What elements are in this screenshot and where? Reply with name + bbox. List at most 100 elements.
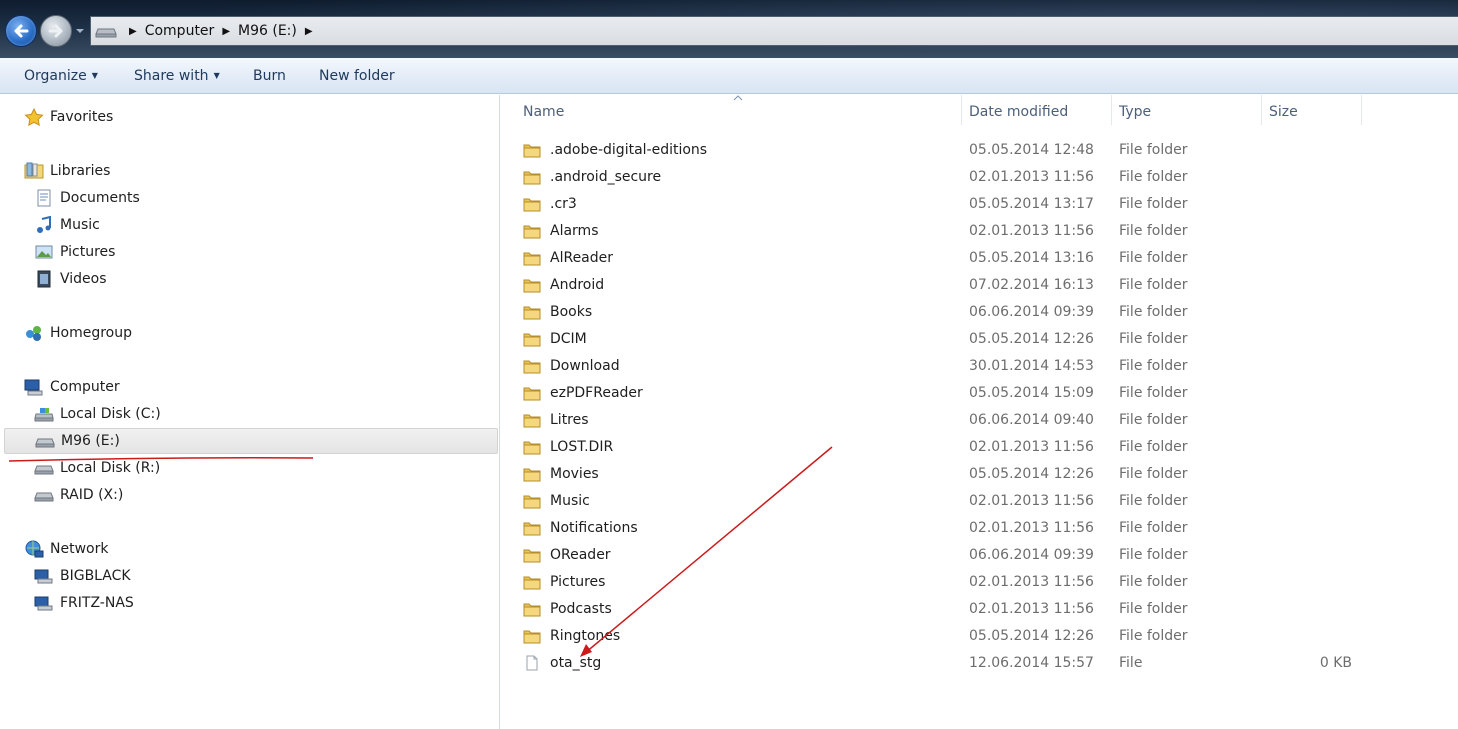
- file-name-cell: Music: [523, 487, 590, 514]
- file-row[interactable]: OReader 06.06.2014 09:39 File folder: [500, 541, 1458, 568]
- file-row[interactable]: Music 02.01.2013 11:56 File folder: [500, 487, 1458, 514]
- file-date: 12.06.2014 15:57: [969, 654, 1094, 671]
- breadcrumb-m96[interactable]: M96 (E:): [238, 23, 297, 39]
- nav-item-videos[interactable]: Videos: [34, 266, 107, 292]
- file-row[interactable]: Alarms 02.01.2013 11:56 File folder: [500, 217, 1458, 244]
- folder-icon: [523, 198, 541, 211]
- file-row[interactable]: .cr3 05.05.2014 13:17 File folder: [500, 190, 1458, 217]
- folder-icon: [523, 306, 541, 319]
- file-type: File folder: [1119, 573, 1188, 590]
- file-row[interactable]: DCIM 05.05.2014 12:26 File folder: [500, 325, 1458, 352]
- nav-item-documents[interactable]: Documents: [34, 185, 140, 211]
- file-name-cell: Pictures: [523, 568, 605, 595]
- pictures-icon: [34, 243, 54, 261]
- file-name: Android: [550, 276, 605, 293]
- file-name-cell: DCIM: [523, 325, 587, 352]
- nav-item-libraries[interactable]: Libraries: [24, 158, 110, 184]
- breadcrumb-computer[interactable]: Computer: [145, 23, 215, 39]
- file-row[interactable]: AlReader 05.05.2014 13:16 File folder: [500, 244, 1458, 271]
- back-button[interactable]: [5, 15, 37, 47]
- file-type: File folder: [1119, 627, 1188, 644]
- address-bar[interactable]: ▶ Computer ▶ M96 (E:) ▶: [90, 16, 1458, 46]
- organize-button[interactable]: Organize ▼: [24, 68, 98, 84]
- file-type: File folder: [1119, 411, 1188, 428]
- file-name-cell: ota_stg: [523, 649, 601, 676]
- nav-item-raid[interactable]: RAID (X:): [34, 482, 123, 508]
- recent-pages-dropdown-icon[interactable]: [75, 27, 85, 35]
- file-row[interactable]: ezPDFReader 05.05.2014 15:09 File folder: [500, 379, 1458, 406]
- column-header-size[interactable]: Size: [1269, 95, 1298, 129]
- file-type: File folder: [1119, 303, 1188, 320]
- file-name: ezPDFReader: [550, 384, 643, 401]
- music-icon: [34, 216, 54, 234]
- nav-item-bigblack[interactable]: BIGBLACK: [34, 563, 131, 589]
- column-divider[interactable]: [961, 95, 962, 125]
- file-name: .adobe-digital-editions: [550, 141, 708, 158]
- nav-item-favorites[interactable]: Favorites: [24, 104, 113, 130]
- file-name: .cr3: [550, 195, 577, 212]
- column-header-name[interactable]: Name: [523, 95, 564, 129]
- file-row[interactable]: Pictures 02.01.2013 11:56 File folder: [500, 568, 1458, 595]
- file-row[interactable]: Books 06.06.2014 09:39 File folder: [500, 298, 1458, 325]
- new-folder-button[interactable]: New folder: [319, 68, 395, 84]
- file-date: 05.05.2014 12:48: [969, 141, 1094, 158]
- chevron-down-icon: ▼: [91, 71, 98, 80]
- file-row[interactable]: .android_secure 02.01.2013 11:56 File fold…: [500, 163, 1458, 190]
- file-row[interactable]: ota_stg 12.06.2014 15:57 File 0 KB: [500, 649, 1458, 676]
- file-type: File folder: [1119, 492, 1188, 509]
- breadcrumb-separator-icon[interactable]: ▶: [305, 26, 313, 37]
- column-divider[interactable]: [1361, 95, 1362, 125]
- file-size: [1280, 244, 1352, 271]
- file-date: 05.05.2014 12:26: [969, 627, 1094, 644]
- column-divider[interactable]: [1261, 95, 1262, 125]
- forward-button[interactable]: [40, 15, 72, 47]
- file-date: 07.02.2014 16:13: [969, 276, 1094, 293]
- burn-button[interactable]: Burn: [253, 68, 286, 84]
- file-type: File: [1119, 654, 1143, 671]
- file-type: File folder: [1119, 249, 1188, 266]
- file-name: OReader: [550, 546, 611, 563]
- nav-item-music[interactable]: Music: [34, 212, 100, 238]
- nav-item-fritz-nas[interactable]: FRITZ-NAS: [34, 590, 134, 616]
- file-name: AlReader: [550, 249, 614, 266]
- nav-item-homegroup[interactable]: Homegroup: [24, 320, 132, 346]
- column-header-type[interactable]: Type: [1119, 95, 1151, 129]
- nav-item-local-disk-c[interactable]: Local Disk (C:): [34, 401, 161, 427]
- file-row[interactable]: Podcasts 02.01.2013 11:56 File folder: [500, 595, 1458, 622]
- file-row[interactable]: Ringtones 05.05.2014 12:26 File folder: [500, 622, 1458, 649]
- nav-label: Pictures: [60, 244, 116, 260]
- breadcrumb-separator-icon[interactable]: ▶: [222, 26, 230, 37]
- folder-icon: [523, 333, 541, 346]
- folder-icon: [523, 252, 541, 265]
- file-row[interactable]: Download 30.01.2014 14:53 File folder: [500, 352, 1458, 379]
- file-size: [1280, 352, 1352, 379]
- annotation-underline: [8, 457, 314, 462]
- file-row[interactable]: LOST.DIR 02.01.2013 11:56 File folder: [500, 433, 1458, 460]
- column-header-date[interactable]: Date modified: [969, 95, 1068, 129]
- nav-item-pictures[interactable]: Pictures: [34, 239, 115, 265]
- folder-icon: [523, 360, 541, 373]
- file-type: File folder: [1119, 222, 1188, 239]
- file-date: 05.05.2014 15:09: [969, 384, 1094, 401]
- nav-item-computer[interactable]: Computer: [24, 374, 120, 400]
- file-row[interactable]: Litres 06.06.2014 09:40 File folder: [500, 406, 1458, 433]
- file-row[interactable]: Movies 05.05.2014 12:26 File folder: [500, 460, 1458, 487]
- share-with-button[interactable]: Share with ▼: [134, 68, 220, 84]
- organize-label: Organize: [24, 67, 87, 84]
- nav-item-m96[interactable]: M96 (E:): [4, 428, 498, 454]
- drive-icon: [35, 432, 55, 450]
- breadcrumb-separator-icon[interactable]: ▶: [129, 26, 137, 37]
- file-list: Name Date modified Type Size .adobe-digi…: [500, 95, 1458, 729]
- file-row[interactable]: Notifications 02.01.2013 11:56 File folder: [500, 514, 1458, 541]
- nav-item-network[interactable]: Network: [24, 536, 108, 562]
- file-type: File folder: [1119, 195, 1188, 212]
- column-divider[interactable]: [1111, 95, 1112, 125]
- folder-icon: [523, 144, 541, 157]
- homegroup-icon: [24, 324, 44, 342]
- file-name-cell: AlReader: [523, 244, 613, 271]
- file-type: File folder: [1119, 438, 1188, 455]
- file-row[interactable]: Android 07.02.2014 16:13 File folder: [500, 271, 1458, 298]
- network-computer-icon: [34, 594, 54, 612]
- folder-icon: [523, 549, 541, 562]
- file-row[interactable]: .adobe-digital-editions 05.05.2014 12:48 F…: [500, 136, 1458, 163]
